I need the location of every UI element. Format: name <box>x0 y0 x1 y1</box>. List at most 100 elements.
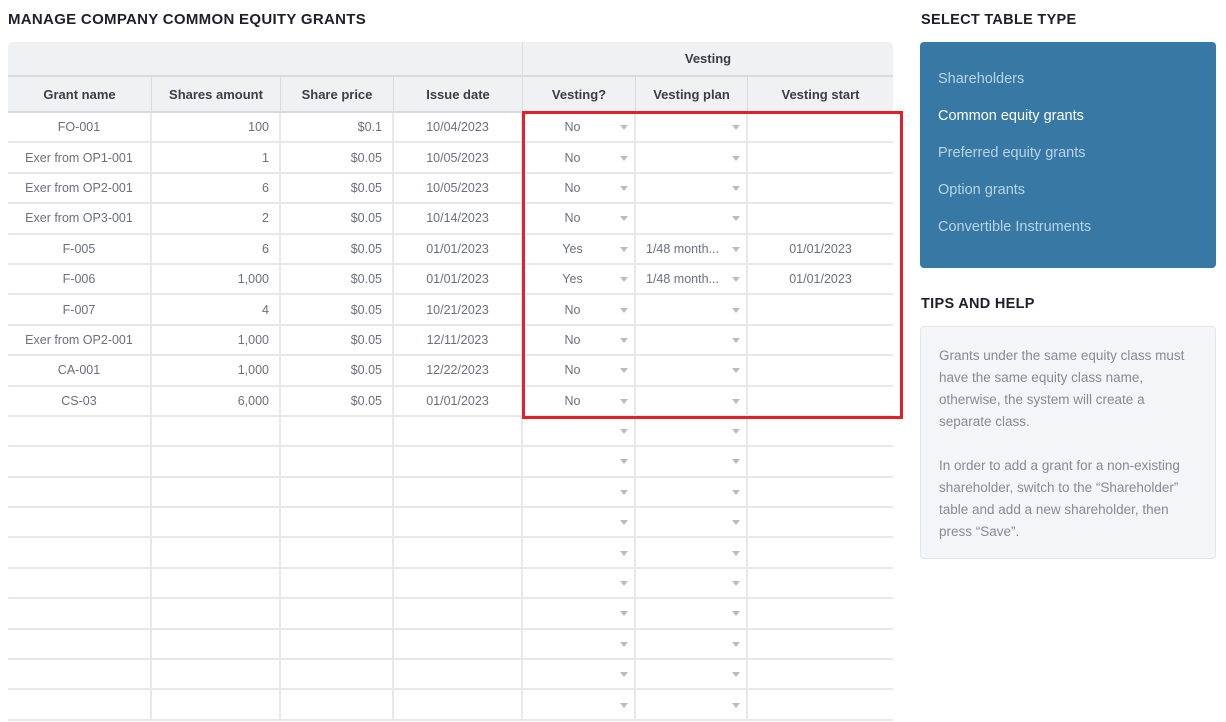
dropdown-caret-icon[interactable] <box>620 277 628 283</box>
grant-name-cell[interactable] <box>8 690 152 719</box>
shares-amount-cell[interactable]: 6 <box>152 173 281 203</box>
grant-name-cell[interactable]: FO-001 <box>8 113 152 142</box>
dropdown-caret-icon[interactable] <box>620 246 628 252</box>
share-price-cell[interactable]: $0.05 <box>281 325 394 355</box>
share-price-cell[interactable] <box>281 416 394 446</box>
dropdown-caret-icon[interactable] <box>732 672 740 678</box>
share-price-cell[interactable] <box>281 599 394 628</box>
dropdown-caret-icon[interactable] <box>732 611 740 617</box>
vesting-plan-select[interactable] <box>636 629 748 659</box>
dropdown-caret-icon[interactable] <box>732 155 740 161</box>
column-header-vesting[interactable]: Vesting? <box>523 77 636 111</box>
shares-amount-cell[interactable]: 1,000 <box>152 356 281 385</box>
vesting-plan-select[interactable] <box>636 113 748 142</box>
dropdown-caret-icon[interactable] <box>732 702 740 708</box>
shares-amount-cell[interactable] <box>152 599 281 628</box>
shares-amount-cell[interactable] <box>152 416 281 446</box>
shares-amount-cell[interactable]: 6,000 <box>152 386 281 415</box>
shares-amount-cell[interactable]: 1,000 <box>152 325 281 355</box>
vesting-plan-select[interactable] <box>636 386 748 415</box>
vesting-start-cell[interactable]: 01/01/2023 <box>748 265 893 293</box>
dropdown-caret-icon[interactable] <box>732 459 740 465</box>
share-price-cell[interactable] <box>281 660 394 689</box>
vesting-plan-select[interactable]: 1/48 month... <box>636 234 748 263</box>
grant-name-cell[interactable] <box>8 538 152 567</box>
vesting-select[interactable] <box>523 508 636 537</box>
dropdown-caret-icon[interactable] <box>732 337 740 343</box>
shares-amount-cell[interactable] <box>152 477 281 507</box>
vesting-plan-select[interactable] <box>636 295 748 324</box>
dropdown-caret-icon[interactable] <box>620 672 628 678</box>
issue-date-cell[interactable] <box>394 568 523 598</box>
share-price-cell[interactable]: $0.05 <box>281 143 394 172</box>
share-price-cell[interactable]: $0.05 <box>281 386 394 415</box>
dropdown-caret-icon[interactable] <box>732 307 740 313</box>
dropdown-caret-icon[interactable] <box>732 581 740 587</box>
vesting-plan-select[interactable] <box>636 599 748 628</box>
vesting-start-cell[interactable] <box>748 113 893 141</box>
dropdown-caret-icon[interactable] <box>732 125 740 131</box>
issue-date-cell[interactable] <box>394 690 523 719</box>
share-price-cell[interactable] <box>281 477 394 507</box>
share-price-cell[interactable] <box>281 447 394 476</box>
grant-name-cell[interactable]: F-006 <box>8 264 152 294</box>
issue-date-cell[interactable]: 01/01/2023 <box>394 264 523 294</box>
shares-amount-cell[interactable] <box>152 508 281 537</box>
vesting-plan-select[interactable] <box>636 538 748 567</box>
dropdown-caret-icon[interactable] <box>732 246 740 252</box>
table-type-convertible-instruments[interactable]: Convertible Instruments <box>938 216 1216 253</box>
vesting-plan-select[interactable] <box>636 690 748 719</box>
vesting-start-cell[interactable] <box>748 204 893 232</box>
dropdown-caret-icon[interactable] <box>620 641 628 647</box>
dropdown-caret-icon[interactable] <box>620 429 628 435</box>
vesting-plan-select[interactable] <box>636 416 748 446</box>
dropdown-caret-icon[interactable] <box>620 125 628 131</box>
dropdown-caret-icon[interactable] <box>620 398 628 404</box>
dropdown-caret-icon[interactable] <box>620 307 628 313</box>
share-price-cell[interactable]: $0.05 <box>281 264 394 294</box>
dropdown-caret-icon[interactable] <box>620 581 628 587</box>
vesting-plan-select[interactable] <box>636 173 748 203</box>
vesting-start-cell[interactable] <box>748 690 893 718</box>
dropdown-caret-icon[interactable] <box>620 459 628 465</box>
grant-name-cell[interactable] <box>8 568 152 598</box>
vesting-start-cell[interactable] <box>748 630 893 658</box>
shares-amount-cell[interactable] <box>152 629 281 659</box>
vesting-start-cell[interactable] <box>748 508 893 536</box>
dropdown-caret-icon[interactable] <box>732 550 740 556</box>
shares-amount-cell[interactable] <box>152 447 281 476</box>
vesting-select[interactable] <box>523 538 636 567</box>
shares-amount-cell[interactable] <box>152 568 281 598</box>
vesting-start-cell[interactable] <box>748 660 893 688</box>
grant-name-cell[interactable]: Exer from OP1-001 <box>8 143 152 172</box>
vesting-start-cell[interactable] <box>748 599 893 627</box>
vesting-plan-select[interactable] <box>636 508 748 537</box>
vesting-select[interactable] <box>523 660 636 689</box>
grant-name-cell[interactable]: CA-001 <box>8 356 152 385</box>
vesting-select[interactable] <box>523 447 636 476</box>
table-type-option-grants[interactable]: Option grants <box>938 179 1216 216</box>
table-type-common-equity-grants[interactable]: Common equity grants <box>938 105 1216 142</box>
vesting-select[interactable] <box>523 629 636 659</box>
dropdown-caret-icon[interactable] <box>732 489 740 495</box>
grant-name-cell[interactable] <box>8 416 152 446</box>
vesting-start-cell[interactable]: 01/01/2023 <box>748 235 893 263</box>
issue-date-cell[interactable]: 01/01/2023 <box>394 234 523 263</box>
shares-amount-cell[interactable] <box>152 660 281 689</box>
dropdown-caret-icon[interactable] <box>620 489 628 495</box>
issue-date-cell[interactable]: 01/01/2023 <box>394 386 523 415</box>
shares-amount-cell[interactable]: 6 <box>152 234 281 263</box>
vesting-start-cell[interactable] <box>748 143 893 171</box>
vesting-select[interactable]: No <box>523 356 636 385</box>
dropdown-caret-icon[interactable] <box>620 185 628 191</box>
share-price-cell[interactable] <box>281 508 394 537</box>
share-price-cell[interactable]: $0.05 <box>281 204 394 233</box>
issue-date-cell[interactable] <box>394 660 523 689</box>
share-price-cell[interactable]: $0.1 <box>281 113 394 142</box>
vesting-plan-select[interactable] <box>636 204 748 233</box>
column-header-issue-date[interactable]: Issue date <box>394 77 523 111</box>
vesting-select[interactable] <box>523 599 636 628</box>
dropdown-caret-icon[interactable] <box>620 550 628 556</box>
grant-name-cell[interactable]: Exer from OP2-001 <box>8 325 152 355</box>
vesting-select[interactable] <box>523 568 636 598</box>
